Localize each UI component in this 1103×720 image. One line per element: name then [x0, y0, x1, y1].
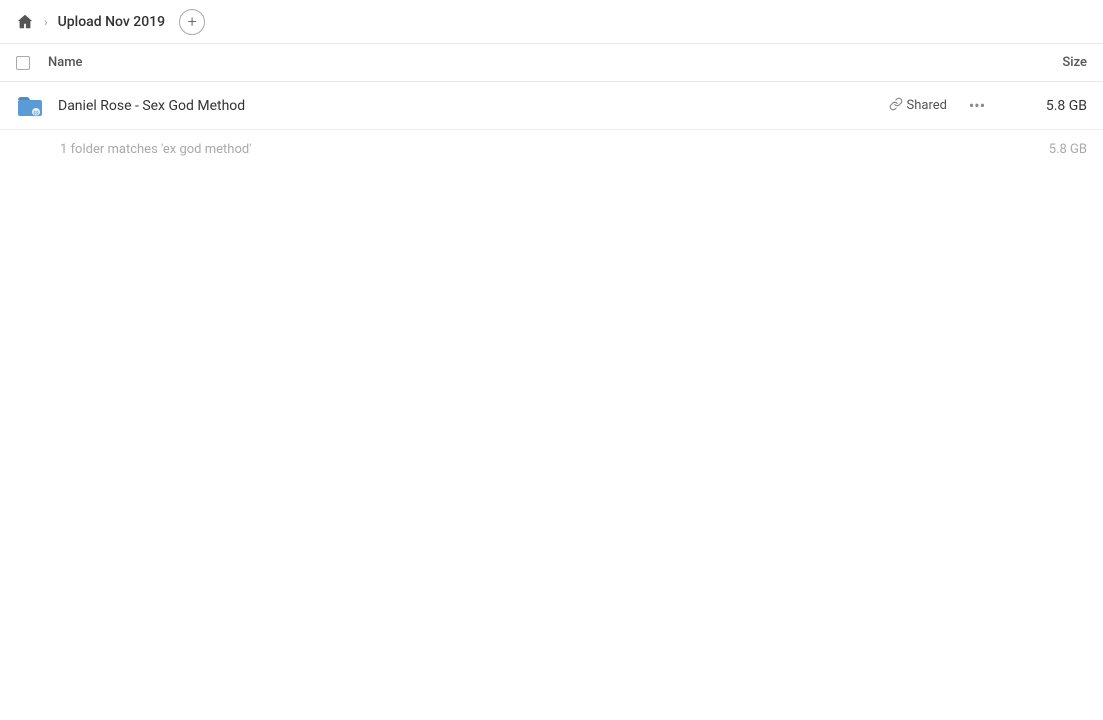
summary-size: 5.8 GB [1049, 142, 1087, 157]
select-all-checkbox-col[interactable] [16, 56, 48, 70]
svg-text:⛓: ⛓ [32, 109, 40, 117]
link-icon [889, 97, 903, 115]
size-column-header: Size [1007, 55, 1087, 70]
table-header: Name Size [0, 44, 1103, 82]
breadcrumb-folder-name[interactable]: Upload Nov 2019 [58, 14, 165, 30]
home-icon [16, 13, 34, 31]
name-column-header: Name [48, 55, 1007, 70]
table-row[interactable]: ⛓ Daniel Rose - Sex God Method Shared ••… [0, 82, 1103, 130]
more-icon: ••• [969, 96, 985, 115]
add-button[interactable]: + [179, 9, 205, 35]
shared-badge: Shared [889, 97, 947, 115]
summary-row: 1 folder matches 'ex god method' 5.8 GB [0, 130, 1103, 169]
folder-icon-wrap: ⛓ [16, 92, 48, 120]
shared-label: Shared [907, 98, 947, 113]
summary-text: 1 folder matches 'ex god method' [60, 142, 251, 157]
breadcrumb-bar: › Upload Nov 2019 + [0, 0, 1103, 44]
folder-icon: ⛓ [16, 92, 44, 120]
select-all-checkbox[interactable] [16, 56, 30, 70]
home-button[interactable] [16, 13, 34, 31]
breadcrumb-chevron: › [44, 15, 48, 29]
file-size: 5.8 GB [1007, 98, 1087, 114]
file-name[interactable]: Daniel Rose - Sex God Method [48, 98, 889, 114]
more-options-button[interactable]: ••• [963, 92, 991, 120]
